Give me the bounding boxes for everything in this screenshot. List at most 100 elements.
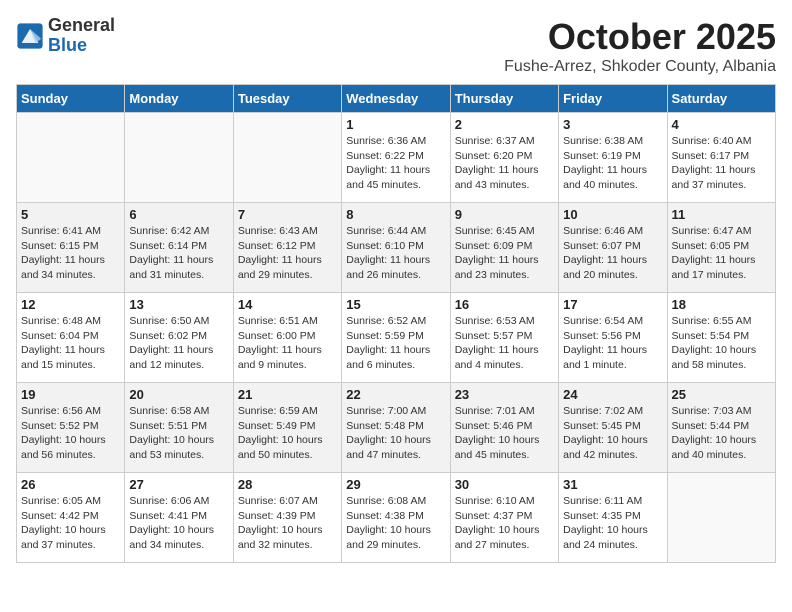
day-info: Sunrise: 6:58 AM Sunset: 5:51 PM Dayligh… xyxy=(129,404,228,463)
calendar-cell: 6 Sunrise: 6:42 AM Sunset: 6:14 PM Daylig… xyxy=(125,203,233,293)
day-number: 21 xyxy=(238,387,337,402)
calendar-cell: 12 Sunrise: 6:48 AM Sunset: 6:04 PM Dayli… xyxy=(17,293,125,383)
calendar-cell: 18 Sunrise: 6:55 AM Sunset: 5:54 PM Dayli… xyxy=(667,293,775,383)
day-number: 11 xyxy=(672,207,771,222)
calendar-cell: 28 Sunrise: 6:07 AM Sunset: 4:39 PM Dayli… xyxy=(233,473,341,563)
calendar-cell: 23Sunrise: 7:01 AM Sunset: 5:46 PM Dayli… xyxy=(450,383,558,473)
day-info: Sunrise: 6:40 AM Sunset: 6:17 PM Dayligh… xyxy=(672,134,771,193)
calendar-cell: 19 Sunrise: 6:56 AM Sunset: 5:52 PM Dayli… xyxy=(17,383,125,473)
calendar-cell: 21 Sunrise: 6:59 AM Sunset: 5:49 PM Dayli… xyxy=(233,383,341,473)
day-number: 5 xyxy=(21,207,120,222)
day-info: Sunrise: 6:08 AM Sunset: 4:38 PM Dayligh… xyxy=(346,494,445,553)
calendar-week-2: 5 Sunrise: 6:41 AM Sunset: 6:15 PM Daylig… xyxy=(17,203,776,293)
day-number: 17 xyxy=(563,297,662,312)
day-number: 19 xyxy=(21,387,120,402)
day-info: Sunrise: 6:38 AM Sunset: 6:19 PM Dayligh… xyxy=(563,134,662,193)
day-info: Sunrise: 7:00 AM Sunset: 5:48 PM Dayligh… xyxy=(346,404,445,463)
day-info: Sunrise: 6:07 AM Sunset: 4:39 PM Dayligh… xyxy=(238,494,337,553)
weekday-header-friday: Friday xyxy=(559,85,667,113)
calendar-cell: 29 Sunrise: 6:08 AM Sunset: 4:38 PM Dayli… xyxy=(342,473,450,563)
day-info: Sunrise: 6:52 AM Sunset: 5:59 PM Dayligh… xyxy=(346,314,445,373)
day-info: Sunrise: 6:42 AM Sunset: 6:14 PM Dayligh… xyxy=(129,224,228,283)
calendar-cell: 3 Sunrise: 6:38 AM Sunset: 6:19 PM Daylig… xyxy=(559,113,667,203)
day-info: Sunrise: 7:01 AM Sunset: 5:46 PM Dayligh… xyxy=(455,404,554,463)
logo-general: General xyxy=(48,16,115,36)
weekday-header-thursday: Thursday xyxy=(450,85,558,113)
weekday-header-row: SundayMondayTuesdayWednesdayThursdayFrid… xyxy=(17,85,776,113)
day-number: 9 xyxy=(455,207,554,222)
day-info: Sunrise: 6:47 AM Sunset: 6:05 PM Dayligh… xyxy=(672,224,771,283)
day-info: Sunrise: 6:36 AM Sunset: 6:22 PM Dayligh… xyxy=(346,134,445,193)
calendar-cell xyxy=(125,113,233,203)
weekday-header-sunday: Sunday xyxy=(17,85,125,113)
day-info: Sunrise: 6:46 AM Sunset: 6:07 PM Dayligh… xyxy=(563,224,662,283)
calendar-cell: 15 Sunrise: 6:52 AM Sunset: 5:59 PM Dayli… xyxy=(342,293,450,383)
day-info: Sunrise: 6:59 AM Sunset: 5:49 PM Dayligh… xyxy=(238,404,337,463)
day-number: 16 xyxy=(455,297,554,312)
day-info: Sunrise: 6:43 AM Sunset: 6:12 PM Dayligh… xyxy=(238,224,337,283)
day-info: Sunrise: 6:41 AM Sunset: 6:15 PM Dayligh… xyxy=(21,224,120,283)
day-number: 1 xyxy=(346,117,445,132)
logo-blue: Blue xyxy=(48,36,115,56)
calendar-cell: 14Sunrise: 6:51 AM Sunset: 6:00 PM Dayli… xyxy=(233,293,341,383)
day-number: 20 xyxy=(129,387,228,402)
header: General Blue October 2025 Fushe-Arrez, S… xyxy=(16,16,776,76)
day-number: 12 xyxy=(21,297,120,312)
day-info: Sunrise: 6:44 AM Sunset: 6:10 PM Dayligh… xyxy=(346,224,445,283)
day-number: 18 xyxy=(672,297,771,312)
logo-icon xyxy=(16,22,44,50)
calendar-cell xyxy=(667,473,775,563)
day-number: 31 xyxy=(563,477,662,492)
calendar-cell: 1 Sunrise: 6:36 AM Sunset: 6:22 PM Daylig… xyxy=(342,113,450,203)
day-number: 27 xyxy=(129,477,228,492)
day-number: 25 xyxy=(672,387,771,402)
calendar-cell: 31 Sunrise: 6:11 AM Sunset: 4:35 PM Dayli… xyxy=(559,473,667,563)
calendar-cell xyxy=(17,113,125,203)
day-info: Sunrise: 6:55 AM Sunset: 5:54 PM Dayligh… xyxy=(672,314,771,373)
day-number: 15 xyxy=(346,297,445,312)
calendar-cell: 5 Sunrise: 6:41 AM Sunset: 6:15 PM Daylig… xyxy=(17,203,125,293)
day-number: 7 xyxy=(238,207,337,222)
location-subtitle: Fushe-Arrez, Shkoder County, Albania xyxy=(504,58,776,76)
calendar-cell: 17 Sunrise: 6:54 AM Sunset: 5:56 PM Dayli… xyxy=(559,293,667,383)
day-info: Sunrise: 6:48 AM Sunset: 6:04 PM Dayligh… xyxy=(21,314,120,373)
day-info: Sunrise: 7:03 AM Sunset: 5:44 PM Dayligh… xyxy=(672,404,771,463)
day-info: Sunrise: 6:05 AM Sunset: 4:42 PM Dayligh… xyxy=(21,494,120,553)
day-number: 22 xyxy=(346,387,445,402)
title-area: October 2025 Fushe-Arrez, Shkoder County… xyxy=(504,16,776,76)
day-info: Sunrise: 6:37 AM Sunset: 6:20 PM Dayligh… xyxy=(455,134,554,193)
calendar-cell: 26 Sunrise: 6:05 AM Sunset: 4:42 PM Dayli… xyxy=(17,473,125,563)
day-info: Sunrise: 6:50 AM Sunset: 6:02 PM Dayligh… xyxy=(129,314,228,373)
weekday-header-saturday: Saturday xyxy=(667,85,775,113)
calendar-cell: 22 Sunrise: 7:00 AM Sunset: 5:48 PM Dayli… xyxy=(342,383,450,473)
day-number: 28 xyxy=(238,477,337,492)
calendar-cell: 16 Sunrise: 6:53 AM Sunset: 5:57 PM Dayli… xyxy=(450,293,558,383)
calendar-cell: 20 Sunrise: 6:58 AM Sunset: 5:51 PM Dayli… xyxy=(125,383,233,473)
calendar-cell: 8 Sunrise: 6:44 AM Sunset: 6:10 PM Daylig… xyxy=(342,203,450,293)
day-number: 26 xyxy=(21,477,120,492)
calendar-cell xyxy=(233,113,341,203)
day-number: 13 xyxy=(129,297,228,312)
day-info: Sunrise: 6:56 AM Sunset: 5:52 PM Dayligh… xyxy=(21,404,120,463)
day-info: Sunrise: 6:54 AM Sunset: 5:56 PM Dayligh… xyxy=(563,314,662,373)
calendar-cell: 25 Sunrise: 7:03 AM Sunset: 5:44 PM Dayli… xyxy=(667,383,775,473)
calendar-cell: 9 Sunrise: 6:45 AM Sunset: 6:09 PM Daylig… xyxy=(450,203,558,293)
weekday-header-wednesday: Wednesday xyxy=(342,85,450,113)
day-number: 6 xyxy=(129,207,228,222)
month-title: October 2025 xyxy=(504,16,776,58)
calendar-cell: 30Sunrise: 6:10 AM Sunset: 4:37 PM Dayli… xyxy=(450,473,558,563)
day-info: Sunrise: 6:11 AM Sunset: 4:35 PM Dayligh… xyxy=(563,494,662,553)
day-number: 2 xyxy=(455,117,554,132)
calendar-cell: 4 Sunrise: 6:40 AM Sunset: 6:17 PM Daylig… xyxy=(667,113,775,203)
day-info: Sunrise: 6:45 AM Sunset: 6:09 PM Dayligh… xyxy=(455,224,554,283)
day-number: 8 xyxy=(346,207,445,222)
day-info: Sunrise: 6:53 AM Sunset: 5:57 PM Dayligh… xyxy=(455,314,554,373)
day-number: 3 xyxy=(563,117,662,132)
calendar-week-4: 19 Sunrise: 6:56 AM Sunset: 5:52 PM Dayli… xyxy=(17,383,776,473)
day-info: Sunrise: 7:02 AM Sunset: 5:45 PM Dayligh… xyxy=(563,404,662,463)
calendar-cell: 11 Sunrise: 6:47 AM Sunset: 6:05 PM Dayli… xyxy=(667,203,775,293)
day-number: 4 xyxy=(672,117,771,132)
logo: General Blue xyxy=(16,16,115,56)
day-number: 29 xyxy=(346,477,445,492)
calendar-cell: 2 Sunrise: 6:37 AM Sunset: 6:20 PM Daylig… xyxy=(450,113,558,203)
